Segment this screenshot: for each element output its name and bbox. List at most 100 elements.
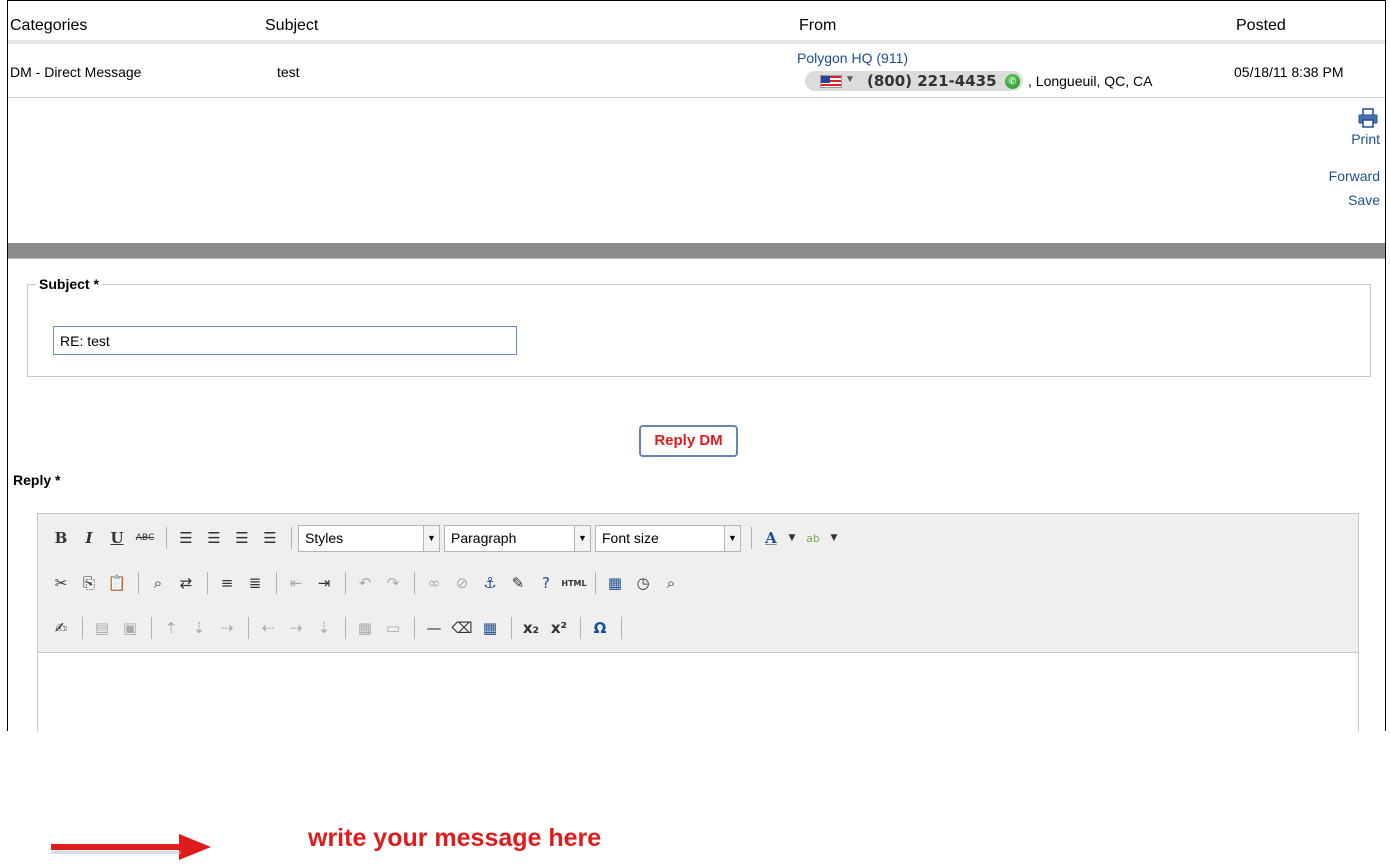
strikethrough-icon[interactable]: ABC bbox=[132, 525, 158, 551]
chevron-down-icon: ▼ bbox=[724, 525, 740, 551]
highlight-color-icon[interactable]: ab bbox=[800, 525, 826, 551]
reply-dm-button[interactable]: Reply DM bbox=[639, 425, 738, 457]
toolbar-row-3: ✍ ▤ ▣ ⇡ ⇣ ⇢ ⇠ ⇢ ⇣ ▦ ▭ — ⌫ ▦ x₂ x² Ω bbox=[48, 614, 628, 642]
toolbar-row-1: B I U ABC ☰ ☰ ☰ ☰ Styles ▼ Paragraph ▼ F… bbox=[48, 524, 842, 552]
italic-icon[interactable]: I bbox=[76, 525, 102, 551]
write-message-hint: write your message here bbox=[308, 824, 602, 852]
sender-location: , Longueuil, QC, CA bbox=[1028, 73, 1153, 89]
message-frame: Categories Subject From Posted DM - Dire… bbox=[7, 0, 1386, 860]
split-cells-icon[interactable]: ▦ bbox=[352, 615, 378, 641]
help-icon[interactable]: ? bbox=[533, 570, 559, 596]
subject-fieldset: Subject * bbox=[27, 276, 1371, 377]
insert-time-icon[interactable]: ◷ bbox=[630, 570, 656, 596]
arrow-right-icon bbox=[51, 834, 211, 860]
redo-icon[interactable]: ↷ bbox=[380, 570, 406, 596]
phone-number[interactable]: (800) 221-4435 bbox=[867, 72, 997, 90]
chevron-down-icon[interactable]: ▼ bbox=[786, 525, 798, 551]
separator bbox=[276, 572, 277, 594]
col-categories: Categories bbox=[10, 17, 88, 34]
col-posted: Posted bbox=[1236, 17, 1286, 34]
cell-props-icon[interactable]: ▣ bbox=[117, 615, 143, 641]
save-link[interactable]: Save bbox=[1348, 192, 1380, 208]
styles-dropdown[interactable]: Styles ▼ bbox=[298, 524, 440, 552]
align-left-icon[interactable]: ☰ bbox=[173, 525, 199, 551]
align-justify-icon[interactable]: ☰ bbox=[257, 525, 283, 551]
forward-link[interactable]: Forward bbox=[1329, 168, 1380, 184]
special-char-icon[interactable]: Ω bbox=[587, 615, 613, 641]
delete-row-icon[interactable]: ⇢ bbox=[214, 615, 240, 641]
separator bbox=[291, 527, 292, 549]
indent-icon[interactable]: ⇥ bbox=[311, 570, 337, 596]
separator bbox=[166, 527, 167, 549]
rich-text-editor: B I U ABC ☰ ☰ ☰ ☰ Styles ▼ Paragraph ▼ F… bbox=[37, 513, 1359, 860]
paragraph-dropdown[interactable]: Paragraph ▼ bbox=[444, 524, 591, 552]
anchor-icon[interactable]: ⚓ bbox=[477, 570, 503, 596]
underline-icon[interactable]: U bbox=[104, 525, 130, 551]
html-source-icon[interactable]: HTML bbox=[561, 570, 587, 596]
table-header: Categories Subject From Posted bbox=[8, 0, 1385, 44]
chevron-down-icon: ▼ bbox=[423, 525, 439, 551]
separator bbox=[595, 572, 596, 594]
insert-col-after-icon[interactable]: ⇢ bbox=[283, 615, 309, 641]
toolbar-row-2: ✂ ⎘ 📋 ⌕ ⇄ ≡ ≣ ⇤ ⇥ ↶ ↷ ∞ ⊘ ⚓ ✎ ? HTML ▦ ◷… bbox=[48, 569, 686, 597]
separator bbox=[414, 572, 415, 594]
find-icon[interactable]: ⌕ bbox=[145, 570, 171, 596]
category-cell: DM - Direct Message bbox=[10, 64, 142, 80]
editor-toolbar: B I U ABC ☰ ☰ ☰ ☰ Styles ▼ Paragraph ▼ F… bbox=[38, 514, 1358, 653]
separator bbox=[345, 572, 346, 594]
numbered-list-icon[interactable]: ≣ bbox=[242, 570, 268, 596]
paste-icon[interactable]: 📋 bbox=[104, 570, 130, 596]
delete-col-icon[interactable]: ⇣ bbox=[311, 615, 337, 641]
insert-row-before-icon[interactable]: ⇡ bbox=[158, 615, 184, 641]
row-props-icon[interactable]: ▤ bbox=[89, 615, 115, 641]
chevron-down-icon[interactable]: ▼ bbox=[828, 525, 840, 551]
remove-format-icon[interactable]: ⌫ bbox=[449, 615, 475, 641]
replace-icon[interactable]: ⇄ bbox=[173, 570, 199, 596]
insert-col-before-icon[interactable]: ⇠ bbox=[255, 615, 281, 641]
separator bbox=[621, 617, 622, 639]
us-flag-icon[interactable] bbox=[820, 75, 842, 88]
separator bbox=[751, 527, 752, 549]
bullet-list-icon[interactable]: ≡ bbox=[214, 570, 240, 596]
phone-widget[interactable]: ▼ (800) 221-4435 ✆ bbox=[805, 71, 1023, 91]
undo-icon[interactable]: ↶ bbox=[352, 570, 378, 596]
table-row: DM - Direct Message test Polygon HQ (911… bbox=[8, 46, 1385, 98]
unlink-icon[interactable]: ⊘ bbox=[449, 570, 475, 596]
separator bbox=[151, 617, 152, 639]
print-link[interactable]: Print bbox=[1351, 131, 1380, 147]
text-color-icon[interactable]: A bbox=[758, 525, 784, 551]
align-center-icon[interactable]: ☰ bbox=[201, 525, 227, 551]
separator bbox=[414, 617, 415, 639]
insert-row-after-icon[interactable]: ⇣ bbox=[186, 615, 212, 641]
subscript-icon[interactable]: x₂ bbox=[518, 615, 544, 641]
align-right-icon[interactable]: ☰ bbox=[229, 525, 255, 551]
call-icon[interactable]: ✆ bbox=[1005, 74, 1020, 89]
chevron-down-icon[interactable]: ▼ bbox=[845, 74, 855, 85]
font-size-value: Font size bbox=[602, 529, 659, 546]
col-subject: Subject bbox=[265, 17, 319, 34]
edit-table-icon[interactable]: ✍ bbox=[48, 615, 74, 641]
merge-cells-icon[interactable]: ▭ bbox=[380, 615, 406, 641]
col-from: From bbox=[799, 17, 837, 34]
cleanup-icon[interactable]: ✎ bbox=[505, 570, 531, 596]
outdent-icon[interactable]: ⇤ bbox=[283, 570, 309, 596]
subject-cell: test bbox=[277, 64, 300, 80]
link-icon[interactable]: ∞ bbox=[421, 570, 447, 596]
superscript-icon[interactable]: x² bbox=[546, 615, 572, 641]
separator bbox=[345, 617, 346, 639]
cut-icon[interactable]: ✂ bbox=[48, 570, 74, 596]
insert-date-icon[interactable]: ▦ bbox=[602, 570, 628, 596]
separator bbox=[580, 617, 581, 639]
subject-input[interactable] bbox=[53, 326, 517, 355]
separator bbox=[82, 617, 83, 639]
styles-value: Styles bbox=[305, 529, 344, 546]
horizontal-rule-icon[interactable]: — bbox=[421, 615, 447, 641]
insert-table-icon[interactable]: ▦ bbox=[477, 615, 503, 641]
sender-link[interactable]: Polygon HQ (911) bbox=[797, 50, 908, 66]
preview-icon[interactable]: ⌕ bbox=[658, 570, 684, 596]
message-body-area[interactable]: write your message here bbox=[38, 653, 1358, 860]
copy-icon[interactable]: ⎘ bbox=[76, 570, 102, 596]
printer-icon[interactable] bbox=[1358, 108, 1378, 128]
bold-icon[interactable]: B bbox=[48, 525, 74, 551]
font-size-dropdown[interactable]: Font size ▼ bbox=[595, 524, 741, 552]
